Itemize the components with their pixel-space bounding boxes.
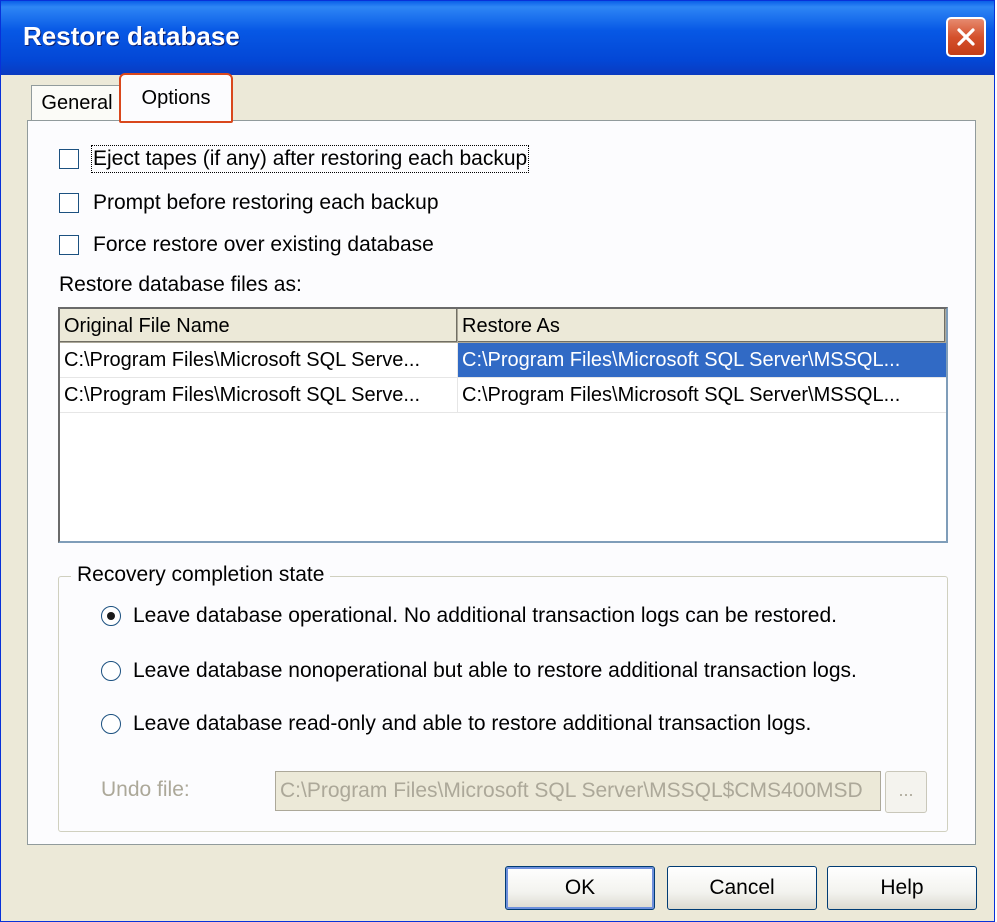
restore-files-as-label: Restore database files as: (59, 273, 302, 296)
help-button[interactable]: Help (827, 866, 977, 910)
column-header-restore-as[interactable]: Restore As (458, 309, 946, 343)
ok-button[interactable]: OK (505, 866, 655, 910)
original-file-cell[interactable]: C:\Program Files\Microsoft SQL Serve... (60, 343, 458, 378)
recovery-readonly-label: Leave database read-only and able to res… (133, 712, 812, 735)
undo-file-label: Undo file: (101, 778, 190, 801)
prompt-before-restore-checkbox[interactable]: Prompt before restoring each backup (59, 189, 439, 217)
restore-database-dialog: Restore database General Options Eject t… (0, 0, 995, 922)
tab-options[interactable]: Options (119, 73, 233, 123)
tab-options-label: Options (141, 86, 211, 109)
checkbox-box[interactable] (59, 193, 79, 213)
force-restore-checkbox[interactable]: Force restore over existing database (59, 231, 434, 259)
title-bar[interactable]: Restore database (1, 1, 994, 75)
recovery-nonoperational-radio[interactable]: Leave database nonoperational but able t… (101, 656, 857, 686)
tab-general-label: General (41, 92, 113, 114)
checkbox-box[interactable] (59, 149, 79, 169)
table-row[interactable]: C:\Program Files\Microsoft SQL Serve... … (60, 343, 946, 378)
radio-button[interactable] (101, 661, 121, 681)
window-title: Restore database (23, 21, 240, 51)
close-icon (957, 28, 975, 46)
radio-selected-dot (107, 612, 115, 620)
recovery-readonly-radio[interactable]: Leave database read-only and able to res… (101, 709, 811, 739)
eject-tapes-label: Eject tapes (if any) after restoring eac… (90, 145, 530, 173)
cancel-button[interactable]: Cancel (667, 866, 817, 910)
eject-tapes-checkbox[interactable]: Eject tapes (if any) after restoring eac… (59, 145, 530, 173)
undo-file-browse-button: ... (885, 771, 927, 813)
recovery-operational-label: Leave database operational. No additiona… (133, 604, 837, 627)
original-file-cell[interactable]: C:\Program Files\Microsoft SQL Serve... (60, 378, 458, 413)
checkbox-box[interactable] (59, 235, 79, 255)
tab-general[interactable]: General (31, 85, 123, 121)
force-restore-label: Force restore over existing database (93, 233, 434, 256)
restore-as-cell[interactable]: C:\Program Files\Microsoft SQL Server\MS… (458, 343, 946, 378)
undo-file-input: C:\Program Files\Microsoft SQL Server\MS… (275, 771, 881, 811)
radio-button[interactable] (101, 714, 121, 734)
column-header-original-file-name[interactable]: Original File Name (60, 309, 458, 343)
radio-button[interactable] (101, 606, 121, 626)
restore-as-cell[interactable]: C:\Program Files\Microsoft SQL Server\MS… (458, 378, 946, 413)
recovery-completion-title: Recovery completion state (71, 563, 331, 587)
recovery-operational-radio[interactable]: Leave database operational. No additiona… (101, 601, 837, 631)
table-row[interactable]: C:\Program Files\Microsoft SQL Serve... … (60, 378, 946, 413)
restore-files-table[interactable]: Original File Name Restore As C:\Program… (58, 307, 948, 543)
recovery-nonoperational-label: Leave database nonoperational but able t… (133, 659, 857, 682)
prompt-before-restore-label: Prompt before restoring each backup (93, 191, 439, 214)
close-button[interactable] (946, 17, 986, 57)
